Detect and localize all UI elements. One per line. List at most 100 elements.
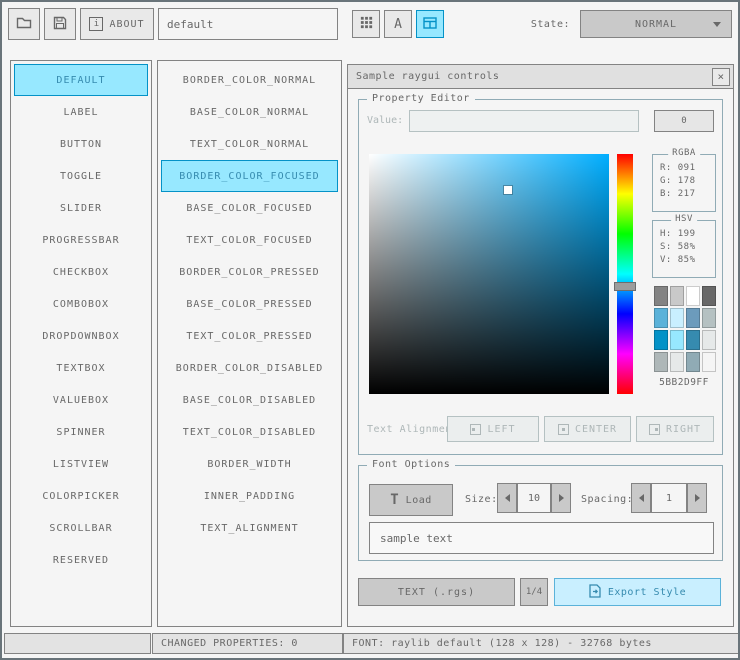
style-name-input[interactable] [158, 8, 338, 40]
grid-icon [359, 15, 374, 33]
align-right-button: RIGHT [636, 416, 714, 442]
rgba-r-value: R: 091 [660, 163, 696, 173]
hex-value-label: 5BB2D9FF [659, 377, 709, 388]
property-list-item[interactable]: BASE_COLOR_PRESSED [161, 288, 338, 320]
control-list-item[interactable]: VALUEBOX [14, 384, 148, 416]
property-list-item[interactable]: BASE_COLOR_DISABLED [161, 384, 338, 416]
palette-swatch[interactable] [670, 286, 684, 306]
spacing-decrease-button[interactable] [631, 483, 651, 513]
align-left-label: LEFT [487, 423, 516, 435]
palette-swatch[interactable] [654, 352, 668, 372]
property-list-item[interactable]: TEXT_COLOR_NORMAL [161, 128, 338, 160]
load-font-button[interactable]: T Load [369, 484, 453, 516]
palette-swatch[interactable] [654, 308, 668, 328]
text-t-icon: T [390, 492, 399, 508]
spacing-label: Spacing: [581, 494, 634, 505]
value-mini-button[interactable]: 0 [654, 110, 714, 132]
control-list-item[interactable]: CHECKBOX [14, 256, 148, 288]
palette-swatch[interactable] [654, 330, 668, 350]
chevron-down-icon [713, 22, 721, 27]
load-style-button[interactable] [8, 8, 40, 40]
palette-swatch[interactable] [702, 330, 716, 350]
palette-swatch[interactable] [654, 286, 668, 306]
control-list-item[interactable]: TOGGLE [14, 160, 148, 192]
control-list-item[interactable]: COMBOBOX [14, 288, 148, 320]
palette-swatch[interactable] [670, 330, 684, 350]
property-list-item[interactable]: BORDER_COLOR_DISABLED [161, 352, 338, 384]
font-options-title: Font Options [367, 459, 456, 470]
properties-list: BORDER_COLOR_NORMAL BASE_COLOR_NORMAL TEXT… [157, 60, 342, 627]
color-panel-cursor[interactable] [504, 186, 513, 194]
control-list-item[interactable]: RESERVED [14, 544, 148, 576]
size-decrease-button[interactable] [497, 483, 517, 513]
close-button[interactable]: × [712, 67, 730, 86]
export-style-label: Export Style [607, 586, 687, 598]
property-list-item[interactable]: BASE_COLOR_FOCUSED [161, 192, 338, 224]
palette-swatch[interactable] [670, 352, 684, 372]
control-list-item[interactable]: SCROLLBAR [14, 512, 148, 544]
palette-swatch[interactable] [670, 308, 684, 328]
control-list-item[interactable]: PROGRESSBAR [14, 224, 148, 256]
property-list-item[interactable]: INNER_PADDING [161, 480, 338, 512]
hsv-group-title: HSV [671, 214, 697, 224]
save-style-button[interactable] [44, 8, 76, 40]
align-left-button: LEFT [447, 416, 539, 442]
palette-swatch[interactable] [686, 308, 700, 328]
palette-swatch[interactable] [686, 286, 700, 306]
window-title: Sample raygui controls [356, 71, 500, 82]
control-list-item[interactable]: COLORPICKER [14, 480, 148, 512]
palette-swatch[interactable] [702, 352, 716, 372]
property-list-item[interactable]: BASE_COLOR_NORMAL [161, 96, 338, 128]
property-list-item[interactable]: BORDER_WIDTH [161, 448, 338, 480]
sample-controls-window: Sample raygui controls × Property Editor… [347, 64, 734, 627]
hue-slider-handle[interactable] [614, 281, 636, 291]
letter-a-icon: A [394, 16, 402, 32]
size-value[interactable]: 10 [517, 483, 551, 513]
control-list-item[interactable]: BUTTON [14, 128, 148, 160]
align-right-icon [648, 423, 660, 435]
value-label: Value: [367, 115, 404, 126]
property-list-item[interactable]: BORDER_COLOR_FOCUSED [161, 160, 338, 192]
font-button[interactable]: A [384, 10, 412, 38]
palette-swatch[interactable] [686, 330, 700, 350]
font-atlas-button[interactable] [352, 10, 380, 38]
control-list-item[interactable]: TEXTBOX [14, 352, 148, 384]
format-button[interactable]: TEXT (.rgs) [358, 578, 515, 606]
export-style-button[interactable]: Export Style [554, 578, 721, 606]
align-center-label: CENTER [574, 423, 618, 435]
about-button[interactable]: i ABOUT [80, 8, 154, 40]
palette-swatch[interactable] [702, 286, 716, 306]
palette-swatch[interactable] [686, 352, 700, 372]
control-list-item[interactable]: LABEL [14, 96, 148, 128]
property-list-item[interactable]: BORDER_COLOR_NORMAL [161, 64, 338, 96]
property-list-item[interactable]: TEXT_COLOR_FOCUSED [161, 224, 338, 256]
rgba-b-value: B: 217 [660, 189, 696, 199]
arrow-right-icon [558, 494, 564, 502]
control-list-item[interactable]: SPINNER [14, 416, 148, 448]
spacing-increase-button[interactable] [687, 483, 707, 513]
rgba-group: RGBA R: 091 G: 178 B: 217 [652, 148, 716, 212]
style-table-button[interactable] [416, 10, 444, 38]
statusbar-changed-properties: CHANGED PROPERTIES: 0 [152, 633, 343, 654]
palette-swatch[interactable] [702, 308, 716, 328]
spacing-value[interactable]: 1 [651, 483, 687, 513]
align-center-button: CENTER [544, 416, 631, 442]
control-list-item[interactable]: LISTVIEW [14, 448, 148, 480]
size-label: Size: [465, 494, 498, 505]
control-list-item[interactable]: SLIDER [14, 192, 148, 224]
control-list-item[interactable]: DEFAULT [14, 64, 148, 96]
hsv-v-value: V: 85% [660, 255, 696, 265]
property-list-item[interactable]: TEXT_ALIGNMENT [161, 512, 338, 544]
color-panel[interactable] [369, 154, 609, 394]
sample-text-box[interactable]: sample text [369, 522, 714, 554]
property-list-item[interactable]: TEXT_COLOR_PRESSED [161, 320, 338, 352]
control-list-item[interactable]: DROPDOWNBOX [14, 320, 148, 352]
state-dropdown[interactable]: NORMAL [580, 10, 732, 38]
property-list-item[interactable]: BORDER_COLOR_PRESSED [161, 256, 338, 288]
property-list-item[interactable]: TEXT_COLOR_DISABLED [161, 416, 338, 448]
page-indicator-button[interactable]: 1/4 [520, 578, 548, 606]
hue-bar[interactable] [614, 154, 636, 394]
window-titlebar[interactable]: Sample raygui controls × [348, 65, 733, 89]
size-increase-button[interactable] [551, 483, 571, 513]
state-dropdown-value: NORMAL [634, 18, 678, 30]
